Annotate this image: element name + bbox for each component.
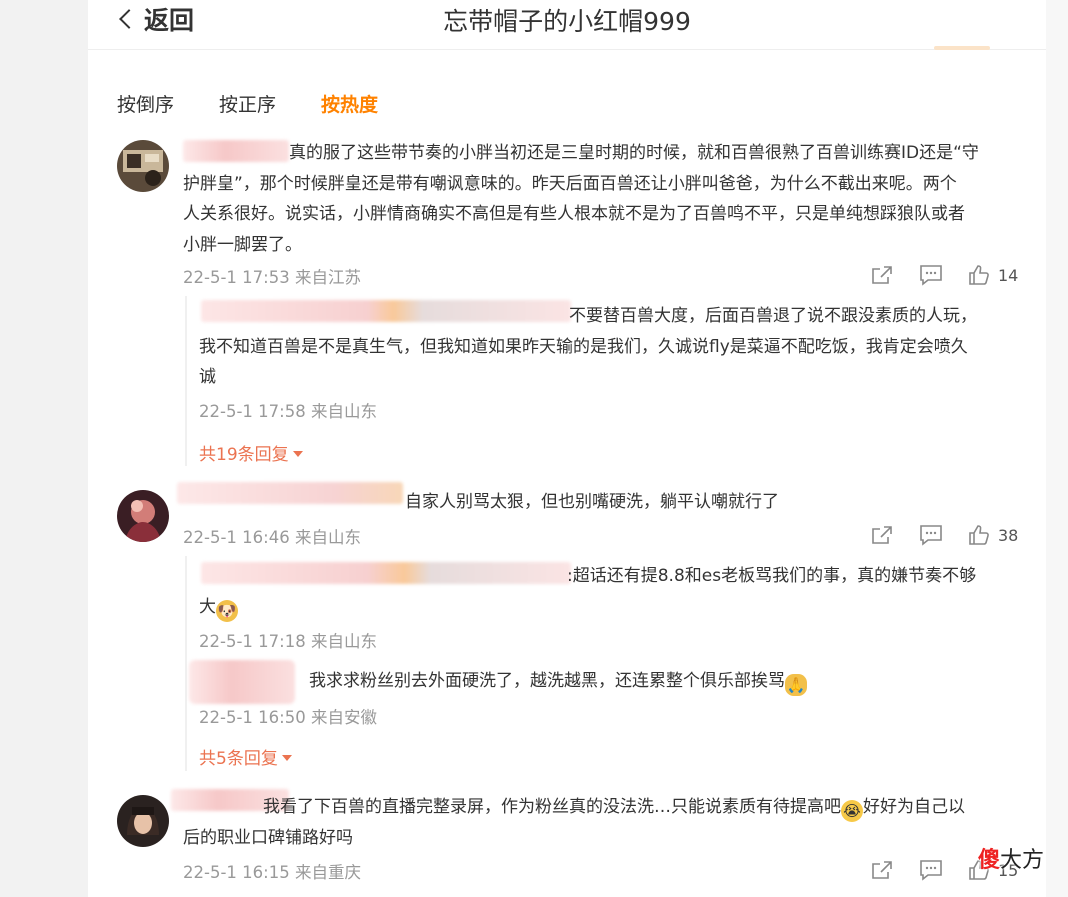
reply-line: 诚 bbox=[199, 367, 216, 387]
like-count: 14 bbox=[998, 265, 1019, 285]
comment-text: 自家人别骂太狠，但也别嘴硬洗，躺平认嘲就行了 bbox=[183, 487, 1043, 518]
tab-sort-asc[interactable]: 按正序 bbox=[219, 90, 276, 117]
comment-line: 自家人别骂太狠，但也别嘴硬洗，躺平认嘲就行了 bbox=[405, 492, 779, 512]
tab-indicator bbox=[934, 46, 990, 50]
comment-text: 真的服了这些带节奏的小胖当初还是三皇时期的时候，就和百兽很熟了百兽训练赛ID还是… bbox=[183, 138, 1043, 260]
comment-line-text: 我看了下百兽的直播完整录屏，作为粉丝真的没法洗…只能说素质有待提高吧 bbox=[263, 797, 841, 817]
tab-sort-desc[interactable]: 按倒序 bbox=[117, 90, 174, 117]
tab-sort-hot[interactable]: 按热度 bbox=[321, 90, 378, 117]
comment-button[interactable] bbox=[919, 859, 943, 881]
share-icon bbox=[872, 861, 892, 879]
comment-meta: 22-5-1 16:46 来自山东 bbox=[183, 528, 361, 547]
reply-line: 大 🐶 bbox=[199, 592, 1014, 623]
top-bar: 返回 忘带帽子的小红帽999 bbox=[88, 0, 1046, 50]
comment-line: 小胖一脚罢了。 bbox=[183, 234, 302, 255]
comment-icon bbox=[920, 525, 942, 546]
reply-text: :超话还有提8.8和es老板骂我们的事，真的嫌节奏不够 大 🐶 bbox=[199, 561, 1014, 622]
more-replies-label: 共19条回复 bbox=[199, 445, 289, 465]
like-icon bbox=[969, 525, 989, 545]
watermark-logo: 傻大方 bbox=[978, 842, 1044, 874]
comment-line: 护胖皇”，那个时候胖皇还是带有嘲讽意味的。昨天后面百兽还让小胖叫爸爸，为什么不截… bbox=[183, 173, 957, 194]
comment-meta: 22-5-1 17:53 来自江苏 bbox=[183, 268, 361, 287]
reply-line: :超话还有提8.8和es老板骂我们的事，真的嫌节奏不够 bbox=[567, 566, 977, 586]
share-icon bbox=[872, 526, 892, 544]
share-button[interactable] bbox=[870, 859, 894, 881]
more-replies-link[interactable]: 共19条回复 bbox=[199, 440, 303, 465]
reply-line: 我求求粉丝别去外面硬洗了，越洗越黑，还连累整个俱乐部挨骂 🙏 bbox=[199, 666, 1014, 697]
more-replies-label: 共5条回复 bbox=[199, 749, 278, 769]
comment-icon bbox=[920, 265, 942, 286]
avatar[interactable] bbox=[117, 490, 169, 542]
reply-meta: 22-5-1 17:18 来自山东 bbox=[199, 632, 377, 651]
caret-down-icon bbox=[281, 754, 292, 761]
comment-text: 我看了下百兽的直播完整录屏，作为粉丝真的没法洗…只能说素质有待提高吧 😭 好好为自己… bbox=[183, 792, 1043, 853]
caret-down-icon bbox=[292, 450, 303, 457]
comment-button[interactable] bbox=[919, 524, 943, 546]
comment-meta: 22-5-1 16:15 来自重庆 bbox=[183, 863, 361, 882]
reply-thread: 不要替百兽大度，后面百兽退了说不跟没素质的人玩， 我不知道百兽是不是真生气，但我… bbox=[185, 296, 1015, 466]
reply-text: 我求求粉丝别去外面硬洗了，越洗越黑，还连累整个俱乐部挨骂 🙏 bbox=[199, 666, 1014, 697]
reply-meta: 22-5-1 17:58 来自山东 bbox=[199, 402, 377, 421]
comment-item: 我看了下百兽的直播完整录屏，作为粉丝真的没法洗…只能说素质有待提高吧 😭 好好为自己… bbox=[117, 789, 1027, 895]
share-button[interactable] bbox=[870, 524, 894, 546]
comment-line: 后的职业口碑铺路好吗 bbox=[183, 827, 353, 848]
comment-line: 我看了下百兽的直播完整录屏，作为粉丝真的没法洗…只能说素质有待提高吧 😭 好好为自己… bbox=[183, 792, 1043, 823]
share-icon bbox=[872, 266, 892, 284]
avatar[interactable] bbox=[117, 795, 169, 847]
reply-thread: :超话还有提8.8和es老板骂我们的事，真的嫌节奏不够 大 🐶 22-5-1 17… bbox=[185, 556, 1015, 771]
share-button[interactable] bbox=[870, 264, 894, 286]
comment-icon bbox=[920, 860, 942, 881]
comment-line: 人关系很好。说实话，小胖情商确实不高但是有些人根本就不是为了百兽鸣不平，只是单纯… bbox=[183, 204, 965, 224]
watermark-part: 傻 bbox=[978, 848, 1001, 873]
comment-line: 真的服了这些带节奏的小胖当初还是三皇时期的时候，就和百兽很熟了百兽训练赛ID还是… bbox=[289, 143, 979, 163]
reply-line-text: 大 bbox=[199, 596, 216, 617]
comment-item: 自家人别骂太狠，但也别嘴硬洗，躺平认嘲就行了 22-5-1 16:46 来自山东… bbox=[117, 482, 1027, 550]
praying-emoji-icon: 🙏 bbox=[785, 674, 807, 696]
sort-tabs: 按倒序 按正序 按热度 bbox=[117, 90, 378, 117]
comment-actions: 38 bbox=[870, 524, 1018, 546]
comment-actions: 14 bbox=[870, 264, 1018, 286]
doge-emoji-icon: 🐶 bbox=[216, 599, 238, 622]
watermark-part: 大方 bbox=[1000, 848, 1045, 873]
comment-button[interactable] bbox=[919, 264, 943, 286]
like-button[interactable]: 38 bbox=[968, 524, 1018, 546]
reply-meta: 22-5-1 16:50 来自安徽 bbox=[199, 708, 377, 727]
like-count: 38 bbox=[998, 525, 1019, 545]
reply-line: 我不知道百兽是不是真生气，但我知道如果昨天输的是我们，久诚说fly是菜逼不配吃饭… bbox=[199, 336, 968, 357]
crying-emoji-icon: 😭 bbox=[841, 800, 863, 822]
reply-line-text: 我求求粉丝别去外面硬洗了，越洗越黑，还连累整个俱乐部挨骂 bbox=[309, 671, 785, 691]
reply-text: 不要替百兽大度，后面百兽退了说不跟没素质的人玩， 我不知道百兽是不是真生气，但我… bbox=[199, 301, 1014, 393]
avatar[interactable] bbox=[117, 140, 169, 192]
like-icon bbox=[969, 265, 989, 285]
comment-line-text: 好好为自己以 bbox=[863, 797, 965, 817]
more-replies-link[interactable]: 共5条回复 bbox=[199, 744, 292, 769]
page-title: 忘带帽子的小红帽999 bbox=[443, 7, 691, 36]
like-button[interactable]: 14 bbox=[968, 264, 1018, 286]
right-margin bbox=[1046, 0, 1068, 897]
reply-line: 不要替百兽大度，后面百兽退了说不跟没素质的人玩， bbox=[569, 306, 977, 326]
